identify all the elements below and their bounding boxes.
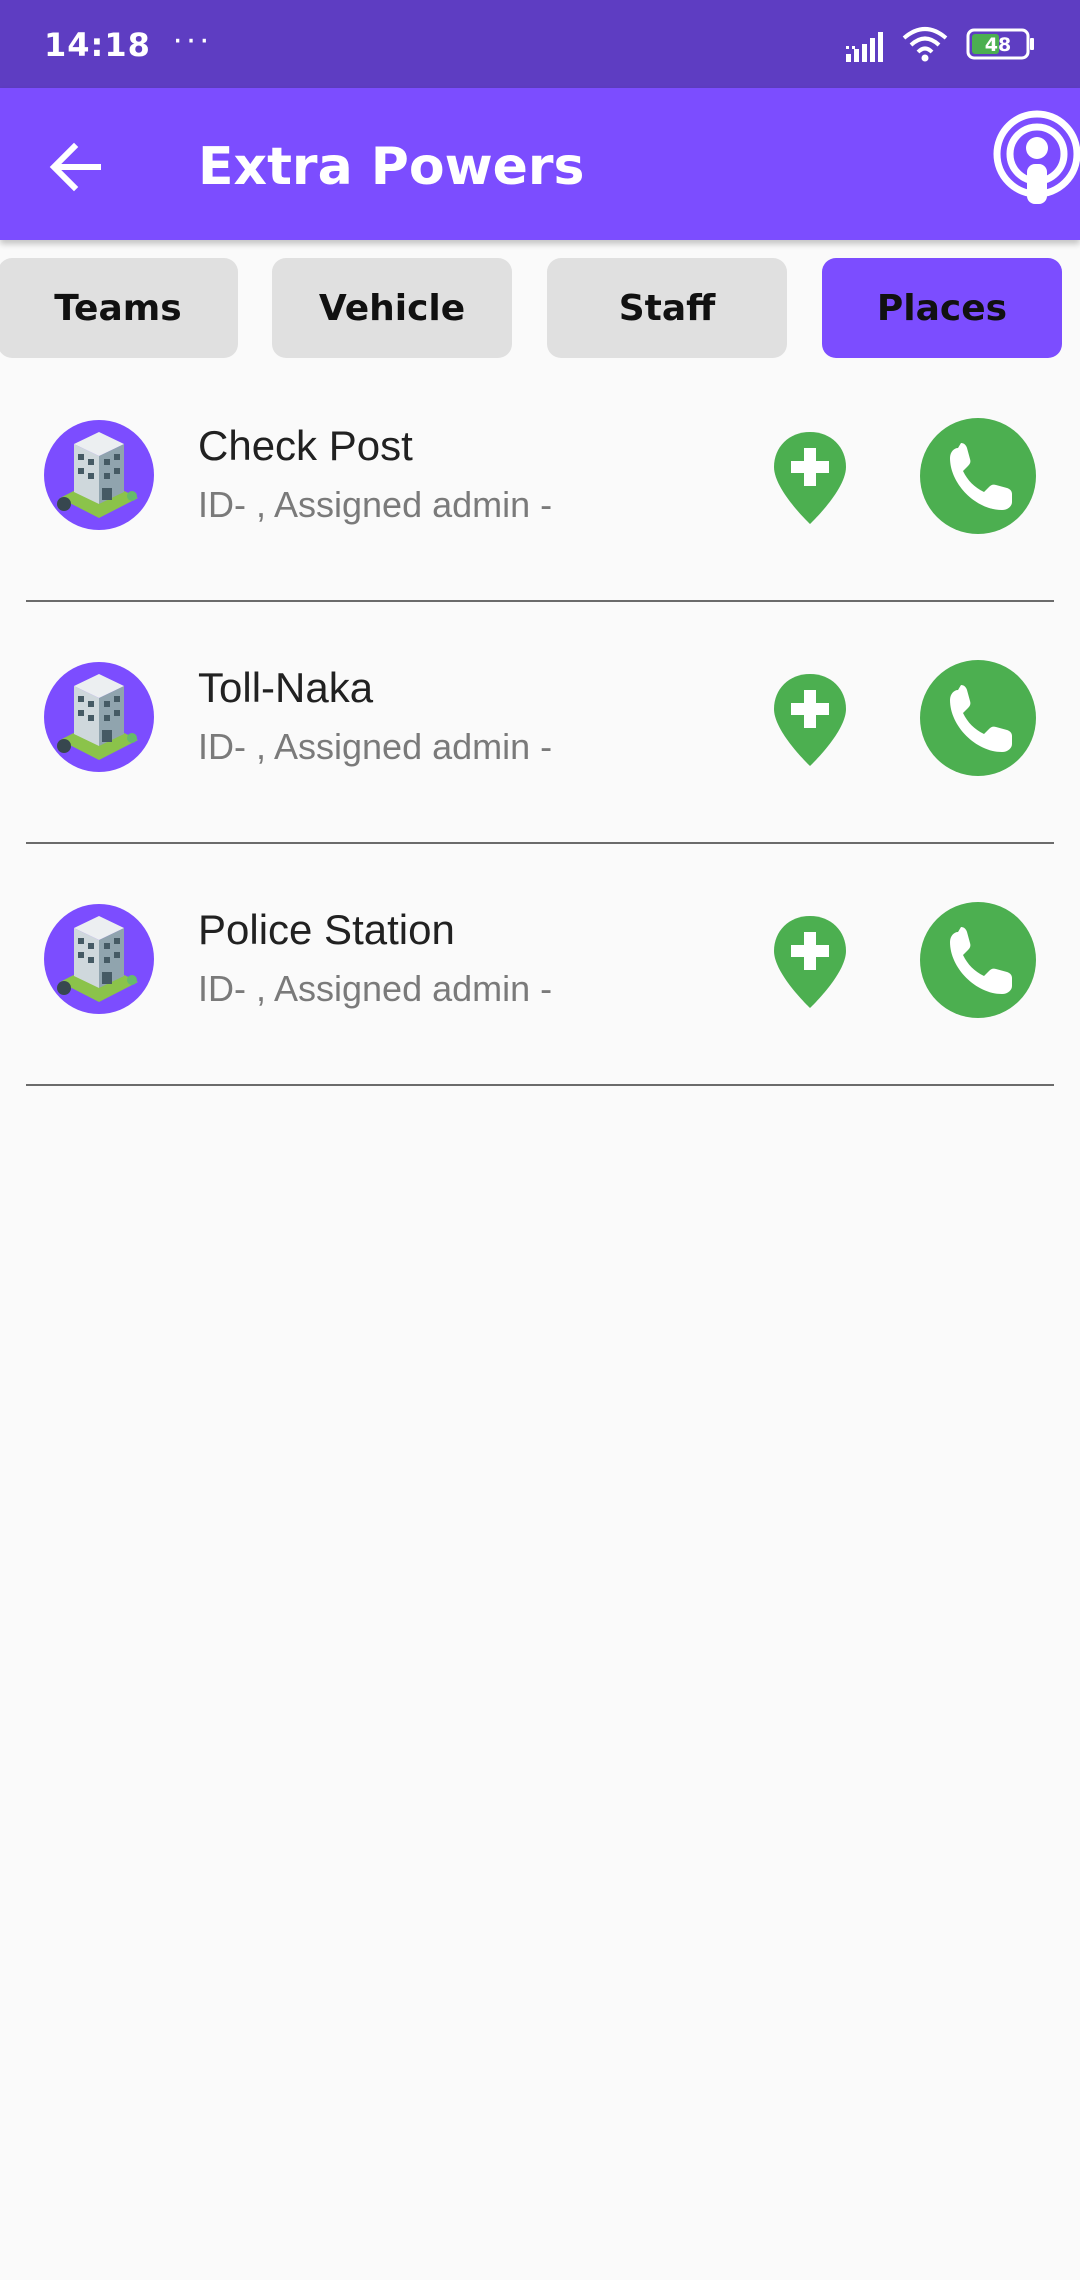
add-location-button[interactable] — [770, 670, 850, 770]
list-item[interactable]: Check Post ID- , Assigned admin - — [0, 360, 1080, 602]
status-more-dots: ··· — [172, 20, 212, 58]
building-icon — [57, 432, 138, 518]
places-list: Check Post ID- , Assigned admin - Toll-N… — [0, 360, 1080, 1086]
phone-icon — [950, 685, 1012, 752]
add-location-button[interactable] — [770, 428, 850, 528]
status-icons: 48 — [846, 22, 1036, 70]
app-bar: Extra Powers — [0, 88, 1080, 240]
battery-icon: 48 — [966, 28, 1034, 60]
tab-staff[interactable]: Staff — [547, 258, 787, 358]
add-location-icon — [774, 674, 846, 766]
list-item[interactable]: Police Station ID- , Assigned admin - — [0, 844, 1080, 1086]
avatar — [44, 420, 154, 530]
page-title: Extra Powers — [198, 137, 585, 197]
item-subtitle: ID- , Assigned admin - — [198, 968, 553, 1009]
item-title: Check Post — [198, 422, 413, 469]
tab-teams[interactable]: Teams — [0, 258, 238, 358]
back-button[interactable] — [40, 132, 110, 202]
battery-level: 48 — [985, 34, 1011, 56]
add-location-button[interactable] — [770, 912, 850, 1012]
divider — [26, 1084, 1054, 1086]
wifi-icon — [902, 27, 948, 62]
category-tabs: Teams Vehicle Staff Places — [0, 258, 1080, 360]
building-icon — [57, 916, 138, 1002]
call-button[interactable] — [920, 902, 1036, 1018]
building-icon — [57, 674, 138, 760]
phone-icon — [950, 927, 1012, 994]
add-location-icon — [774, 432, 846, 524]
item-title: Toll-Naka — [198, 664, 374, 711]
broadcast-button[interactable] — [992, 108, 1080, 228]
tab-places[interactable]: Places — [822, 258, 1062, 358]
arrow-left-icon — [49, 142, 101, 192]
call-button[interactable] — [920, 660, 1036, 776]
item-subtitle: ID- , Assigned admin - — [198, 484, 553, 525]
call-button[interactable] — [920, 418, 1036, 534]
status-bar: 14:18 ··· 48 — [0, 0, 1080, 88]
signal-icon — [846, 32, 883, 62]
tab-vehicle[interactable]: Vehicle — [272, 258, 512, 358]
podcast-icon — [993, 110, 1080, 204]
avatar — [44, 662, 154, 772]
add-location-icon — [774, 916, 846, 1008]
item-subtitle: ID- , Assigned admin - — [198, 726, 553, 767]
status-time: 14:18 — [44, 26, 151, 64]
phone-icon — [950, 443, 1012, 510]
avatar — [44, 904, 154, 1014]
list-item[interactable]: Toll-Naka ID- , Assigned admin - — [0, 602, 1080, 844]
item-title: Police Station — [198, 906, 455, 953]
screen: 14:18 ··· 48 Extra Powers Teams Vehicle … — [0, 0, 1080, 2280]
